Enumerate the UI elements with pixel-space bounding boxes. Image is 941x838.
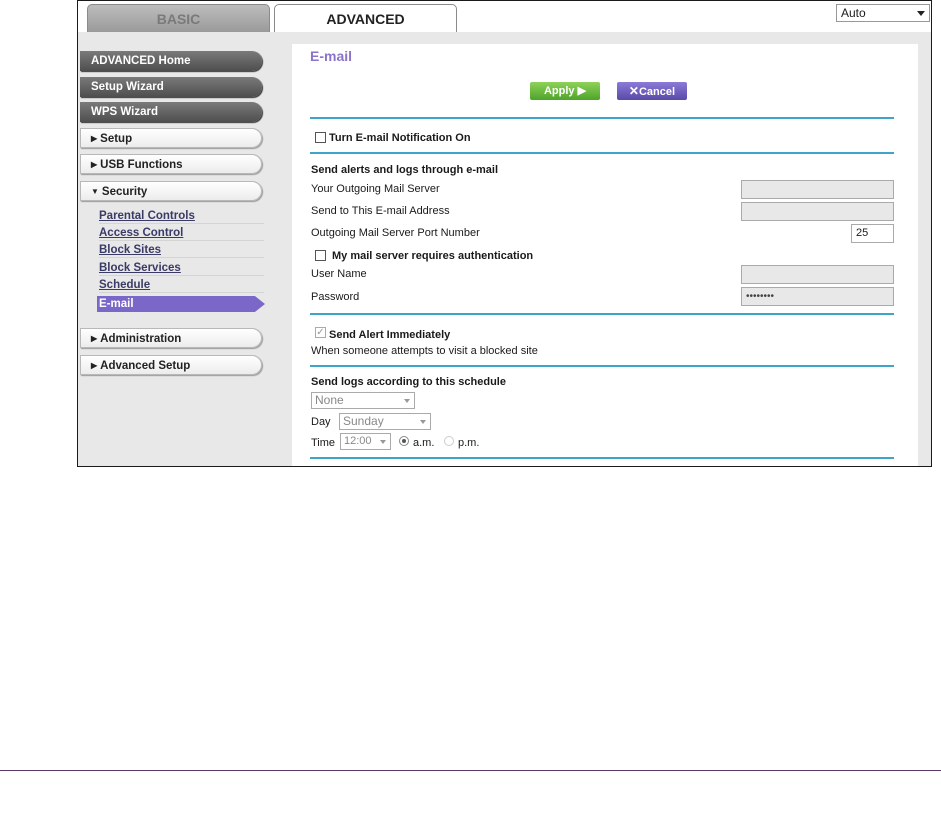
chevron-down-icon — [420, 420, 426, 424]
pm-label: p.m. — [458, 437, 480, 449]
pm-radio[interactable] — [444, 436, 454, 446]
sidebar-item-security[interactable]: ▼ Security — [80, 181, 262, 201]
sidebar-item-usb-functions[interactable]: ▶ USB Functions — [80, 154, 262, 174]
auth-label: My mail server requires authentication — [332, 250, 534, 262]
email-notification-checkbox[interactable] — [315, 132, 326, 143]
sidebar: ADVANCED Home Setup Wizard WPS Wizard ▶ S… — [78, 32, 286, 466]
sidebar-item-label: USB Functions — [100, 159, 183, 171]
page-footer-rule — [0, 770, 941, 771]
main-panel: E-mail Apply ▶ ✕Cancel Turn E-mail Notif… — [286, 32, 931, 466]
port-label: Outgoing Mail Server Port Number — [311, 227, 480, 239]
sidebar-item-advanced-home[interactable]: ADVANCED Home — [80, 51, 262, 71]
outgoing-server-label: Your Outgoing Mail Server — [311, 183, 440, 195]
schedule-select[interactable]: None — [311, 392, 415, 409]
time-label: Time — [311, 437, 336, 449]
port-input[interactable]: 25 — [851, 224, 894, 243]
send-to-label: Send to This E-mail Address — [311, 205, 450, 217]
sidebar-subitem-access-control[interactable]: Access Control — [99, 225, 264, 241]
sidebar-subitem-block-sites[interactable]: Block Sites — [99, 242, 264, 258]
caret-right-icon: ▶ — [91, 160, 98, 169]
password-label: Password — [311, 291, 360, 303]
close-icon: ✕ — [628, 84, 639, 98]
caret-right-icon: ▶ — [91, 134, 98, 143]
router-admin-window: BASIC ADVANCED Auto ADVANCED Home Setup … — [77, 0, 932, 467]
sidebar-subitem-parental-controls[interactable]: Parental Controls — [99, 208, 264, 224]
schedule-select-value: None — [315, 393, 344, 407]
time-select[interactable]: 12:00 — [340, 433, 391, 450]
sidebar-subitem-block-services[interactable]: Block Services — [99, 260, 264, 276]
sidebar-item-administration[interactable]: ▶ Administration — [80, 328, 262, 348]
divider — [310, 313, 894, 315]
time-select-value: 12:00 — [344, 435, 372, 447]
username-label: User Name — [311, 268, 367, 280]
send-alert-description: When someone attempts to visit a blocked… — [311, 345, 538, 357]
chevron-down-icon — [917, 11, 925, 16]
am-label: a.m. — [413, 437, 435, 449]
sidebar-item-setup-wizard[interactable]: Setup Wizard — [80, 77, 262, 97]
sidebar-subitem-schedule[interactable]: Schedule — [99, 277, 264, 293]
day-select-value: Sunday — [343, 414, 384, 428]
sidebar-item-label: Setup — [100, 133, 133, 145]
day-label: Day — [311, 416, 331, 428]
sidebar-item-setup[interactable]: ▶ Setup — [80, 128, 262, 148]
chevron-down-icon — [404, 399, 410, 403]
tab-advanced[interactable]: ADVANCED — [274, 4, 457, 32]
cancel-button-label: Cancel — [638, 86, 676, 98]
section-alerts-heading: Send alerts and logs through e-mail — [311, 164, 499, 176]
send-to-email-input[interactable] — [741, 202, 894, 221]
email-settings-form: E-mail Apply ▶ ✕Cancel Turn E-mail Notif… — [292, 44, 918, 466]
page-title: E-mail — [310, 48, 353, 64]
apply-button[interactable]: Apply ▶ — [530, 82, 600, 100]
caret-right-icon: ▶ — [91, 361, 98, 370]
divider — [310, 365, 894, 367]
sidebar-item-label: Advanced Setup — [100, 360, 191, 372]
am-radio[interactable] — [399, 436, 409, 446]
language-select[interactable]: Auto — [836, 4, 930, 22]
auth-checkbox[interactable] — [315, 250, 326, 261]
username-input[interactable] — [741, 265, 894, 284]
chevron-down-icon — [380, 440, 386, 444]
divider — [310, 117, 894, 119]
caret-right-icon: ▶ — [91, 334, 98, 343]
cancel-button[interactable]: ✕Cancel — [617, 82, 687, 100]
day-select[interactable]: Sunday — [339, 413, 431, 430]
sidebar-item-label: Security — [101, 186, 148, 198]
send-alert-checkbox[interactable]: ✓ — [315, 327, 326, 338]
language-select-value: Auto — [841, 6, 866, 20]
caret-down-icon: ▼ — [91, 187, 99, 196]
sidebar-subitem-email[interactable]: E-mail — [97, 296, 265, 312]
divider — [310, 457, 894, 459]
email-notification-label: Turn E-mail Notification On — [329, 132, 471, 144]
tab-basic[interactable]: BASIC — [87, 4, 270, 32]
password-input[interactable]: •••••••• — [741, 287, 894, 306]
schedule-section-heading: Send logs according to this schedule — [311, 376, 506, 388]
divider — [310, 152, 894, 154]
send-alert-label: Send Alert Immediately — [329, 329, 451, 341]
sidebar-item-advanced-setup[interactable]: ▶ Advanced Setup — [80, 355, 262, 375]
sidebar-item-label: Administration — [100, 333, 182, 345]
outgoing-server-input[interactable] — [741, 180, 894, 199]
sidebar-item-wps-wizard[interactable]: WPS Wizard — [80, 102, 262, 122]
top-tab-bar: BASIC ADVANCED Auto — [78, 1, 931, 32]
